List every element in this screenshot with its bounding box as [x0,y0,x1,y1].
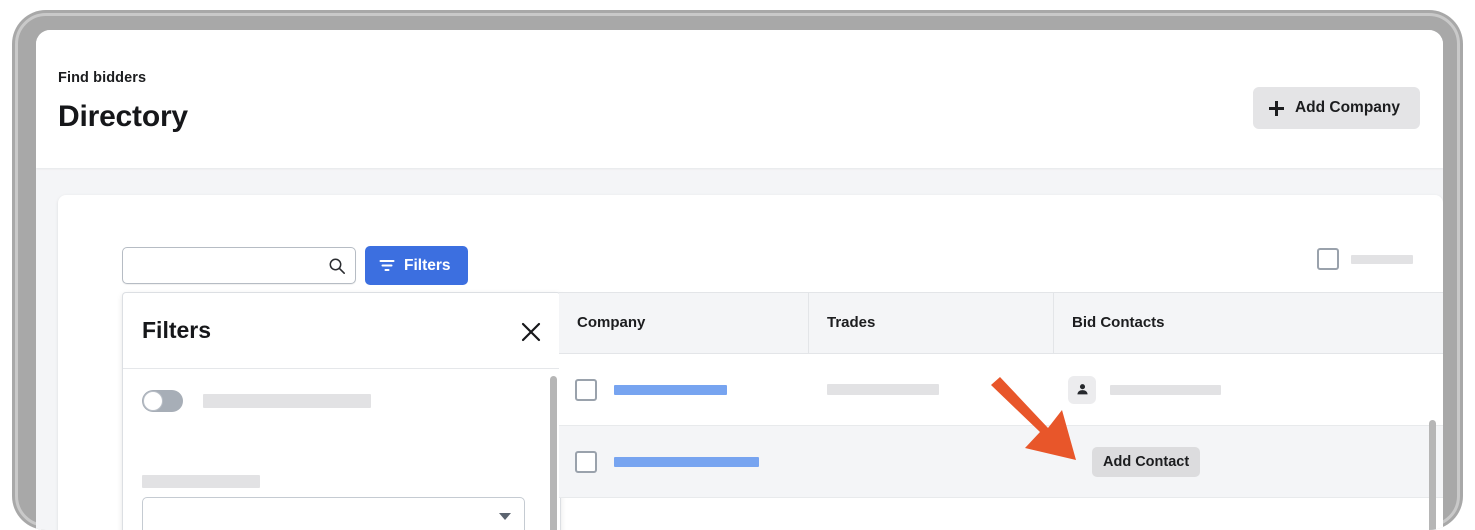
filter-toggle-switch[interactable] [142,390,183,412]
person-icon-glyph [1076,384,1088,395]
page-header: Find bidders Directory Add Company [36,30,1443,168]
row-select-checkbox[interactable] [575,378,597,401]
add-company-label: Add Company [1294,99,1400,116]
row-trades-cell [809,426,1054,497]
toggle-knob [143,391,163,411]
device-frame: Find bidders Directory Add Company Filte… [12,10,1463,530]
plus-icon [1268,100,1284,116]
page-title: Directory [58,100,188,133]
funnel-icon [379,260,395,271]
column-header-company[interactable]: Company [559,293,809,353]
search-icon[interactable] [328,257,346,275]
company-name-redacted [614,384,727,395]
row-bid-contacts-cell [1054,354,1429,425]
select-all-checkbox[interactable] [1317,248,1339,270]
person-icon[interactable] [1068,375,1096,404]
directory-table: Company Trades Bid Contacts Add Contact [559,292,1443,530]
row-company-cell [559,426,809,497]
column-header-trades[interactable]: Trades [809,293,1054,353]
filters-panel-scrollbar[interactable] [550,376,557,530]
contact-name-redacted [1110,384,1221,395]
filters-panel-body [123,370,560,530]
close-icon-glyph [521,322,541,342]
filter-select[interactable] [142,497,525,530]
add-contact-button[interactable]: Add Contact [1092,446,1201,477]
row-bid-contacts-cell: Add Contact [1054,426,1429,497]
select-all-label-redacted [1351,254,1413,264]
column-header-bid-contacts[interactable]: Bid Contacts [1054,293,1429,353]
filters-panel-title: Filters [142,317,212,343]
directory-card: Filters Filters Company Trades Bid Conta… [58,195,1443,530]
app-screen: Find bidders Directory Add Company Filte… [36,30,1443,530]
trades-value-redacted [827,384,939,395]
filters-button-label: Filters [404,256,451,274]
select-all-group[interactable] [1317,248,1413,270]
row-select-checkbox[interactable] [575,450,597,473]
row-trades-cell [809,354,1054,425]
search-input[interactable] [123,248,327,283]
filter-toggle-label-redacted [203,394,371,408]
chevron-down-icon [499,513,511,520]
table-row[interactable] [559,354,1443,426]
row-company-cell [559,354,809,425]
filter-toggle-row[interactable] [142,390,371,412]
search-box[interactable] [122,247,356,284]
close-icon[interactable] [518,319,544,345]
directory-toolbar: Filters [58,195,1443,291]
breadcrumb: Find bidders [58,70,147,86]
filters-panel-header: Filters [123,293,560,369]
filters-button[interactable]: Filters [365,246,468,285]
filter-field-label-redacted [142,475,260,488]
table-header-row: Company Trades Bid Contacts [559,292,1443,354]
table-scrollbar[interactable] [1429,420,1436,530]
company-name-redacted [614,456,759,467]
filters-panel: Filters [122,292,561,530]
add-company-button[interactable]: Add Company [1252,87,1420,129]
table-row[interactable]: Add Contact [559,426,1443,498]
